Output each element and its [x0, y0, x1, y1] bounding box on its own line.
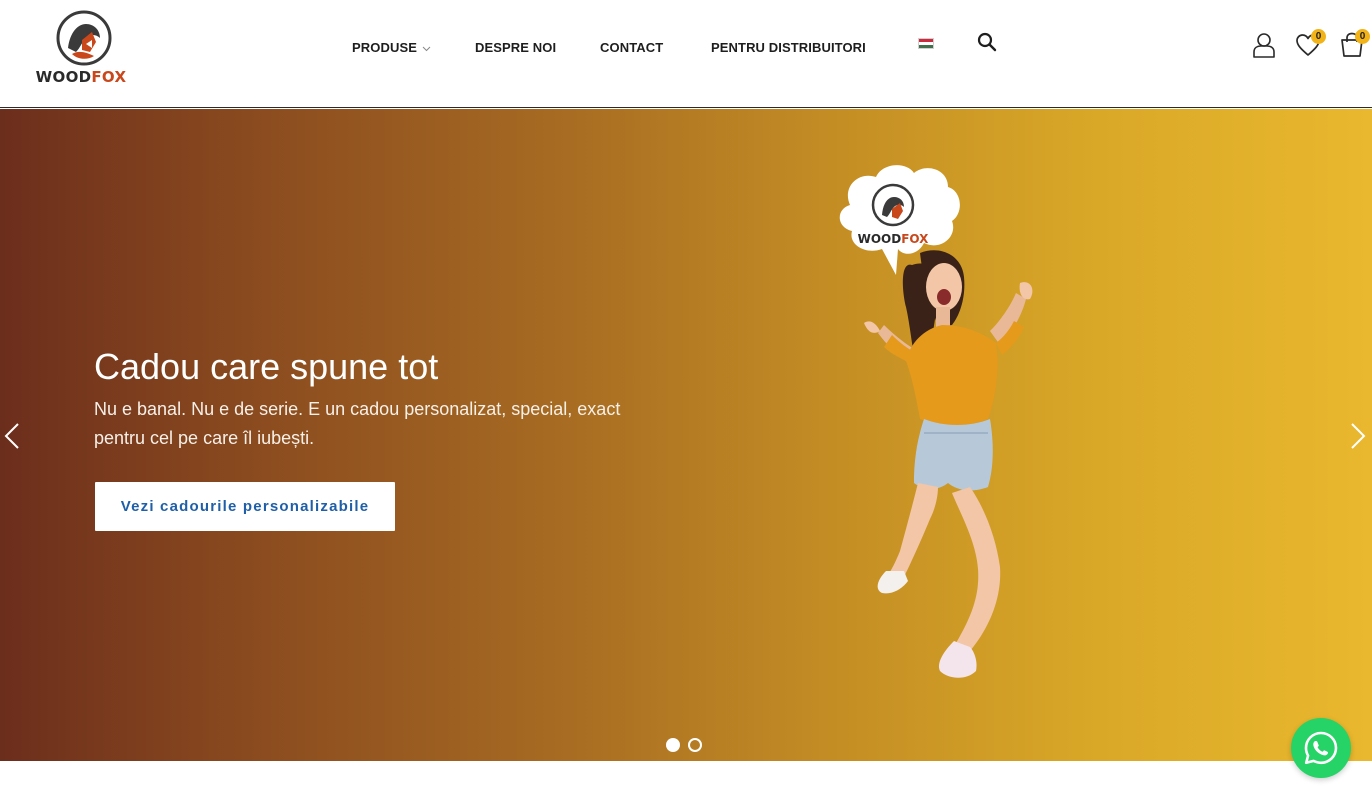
- logo-text-wood: WOOD: [35, 68, 92, 86]
- logo-text-fox: FOX: [91, 68, 127, 86]
- search-icon[interactable]: [977, 32, 997, 52]
- hero-slider: Cadou care spune tot Nu e banal. Nu e de…: [0, 109, 1372, 761]
- whatsapp-icon: [1304, 731, 1338, 765]
- chevron-down-icon: [422, 46, 431, 51]
- nav-label-produse: PRODUSE: [352, 40, 417, 55]
- wishlist-count-badge: 0: [1311, 29, 1326, 44]
- woodfox-logo[interactable]: WOODFOX: [32, 10, 130, 86]
- slider-dot-1[interactable]: [666, 738, 680, 752]
- cart-count-badge: 0: [1355, 29, 1370, 44]
- hero-subtitle: Nu e banal. Nu e de serie. E un cadou pe…: [94, 399, 621, 448]
- hero-title: Cadou care spune tot: [94, 346, 439, 387]
- nav-item-pentru-distribuitori[interactable]: PENTRU DISTRIBUITORI: [711, 38, 866, 58]
- bubble-logo-wood: WOOD: [858, 232, 902, 246]
- fox-logo-icon: [56, 10, 112, 66]
- slider-dot-2[interactable]: [688, 738, 702, 752]
- jumping-woman-image: WOODFOX: [839, 165, 1033, 678]
- hero-illustration: WOODFOX: [820, 157, 1060, 707]
- user-icon[interactable]: [1252, 32, 1276, 58]
- svg-text:WOODFOX: WOODFOX: [858, 232, 930, 246]
- slider-prev-arrow-icon[interactable]: [2, 422, 22, 450]
- view-personalized-gifts-button[interactable]: Vezi cadourile personalizabile: [95, 482, 395, 531]
- nav-item-despre-noi[interactable]: DESPRE NOI: [475, 38, 556, 58]
- hungary-flag-icon[interactable]: [918, 38, 934, 49]
- logo-wordmark: WOODFOX: [32, 68, 130, 86]
- nav-item-produse[interactable]: PRODUSE: [352, 38, 431, 58]
- site-header: WOODFOX PRODUSE DESPRE NOI CONTACT PENTR…: [0, 0, 1372, 108]
- nav-item-contact[interactable]: CONTACT: [600, 38, 663, 58]
- slider-next-arrow-icon[interactable]: [1348, 422, 1368, 450]
- bubble-logo-fox: FOX: [901, 232, 929, 246]
- whatsapp-chat-button[interactable]: [1291, 718, 1351, 778]
